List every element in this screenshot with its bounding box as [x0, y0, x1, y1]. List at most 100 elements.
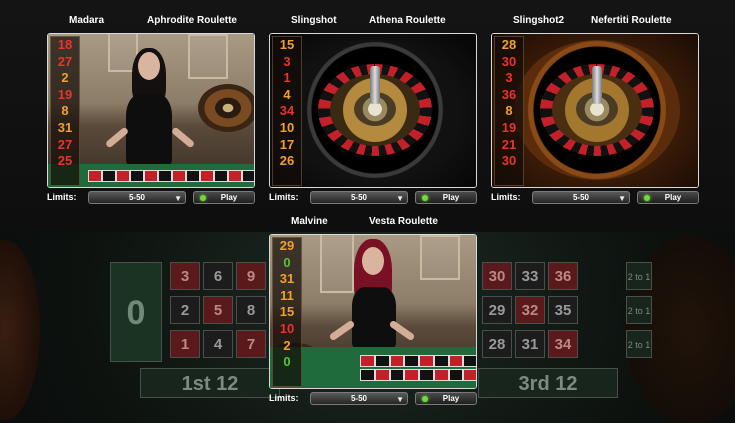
dealer-body	[126, 94, 172, 166]
bg-dozen-3: 3rd 12	[478, 368, 618, 398]
play-button[interactable]: Play	[193, 191, 255, 204]
game-controls: Limits: 5-50 ▼ Play	[47, 191, 255, 205]
bg-number-cell: 33	[515, 262, 545, 290]
bg-number-cell: 31	[515, 330, 545, 358]
dealer-face	[138, 52, 160, 80]
play-button[interactable]: Play	[415, 392, 477, 405]
dealer-face	[362, 247, 384, 275]
limits-label: Limits:	[47, 192, 77, 202]
play-button[interactable]: Play	[637, 191, 699, 204]
play-label: Play	[664, 193, 682, 202]
result-number: 0	[283, 254, 291, 270]
betting-layout	[88, 170, 254, 182]
result-number: 4	[283, 86, 291, 102]
wall-panel	[188, 34, 228, 79]
game-card-vesta[interactable]: Malvine Vesta Roulette 29 0 31 11 15 10 2 0 Lim…	[269, 216, 479, 408]
bg-number-cell: 7	[236, 330, 266, 358]
chevron-down-icon: ▼	[396, 194, 404, 203]
dealer-name: Slingshot	[291, 15, 337, 26]
limits-select[interactable]: 5-50 ▼	[310, 191, 408, 204]
game-controls: Limits: 5-50 ▼ Play	[269, 392, 477, 406]
result-number: 15	[279, 37, 295, 52]
limits-value: 5-50	[128, 193, 145, 202]
result-number: 36	[501, 86, 517, 102]
bg-two-to-one: 2 to 1	[626, 296, 652, 324]
bg-number-cell: 32	[515, 296, 545, 324]
bg-number-cell: 34	[548, 330, 578, 358]
bg-number-cell: 28	[482, 330, 512, 358]
game-controls: Limits: 5-50 ▼ Play	[269, 191, 477, 205]
result-number: 8	[61, 103, 69, 119]
bg-number-cell: 9	[236, 262, 266, 290]
limits-select[interactable]: 5-50 ▼	[88, 191, 186, 204]
bg-number-cell: 35	[548, 296, 578, 324]
table-name: Athena Roulette	[369, 15, 446, 26]
bg-dozen-1: 1st 12	[140, 368, 280, 398]
bg-number-cell: 1	[170, 330, 200, 358]
recent-results: 29 0 31 11 15 10 2 0	[272, 237, 302, 387]
play-label: Play	[220, 193, 238, 202]
result-number: 3	[505, 70, 513, 86]
recent-results: 18 27 2 19 8 31 27 25	[50, 36, 80, 186]
game-controls: Limits: 5-50 ▼ Play	[491, 191, 699, 205]
bg-number-cell: 3	[170, 262, 200, 290]
result-number: 8	[505, 103, 513, 119]
result-number: 21	[501, 136, 517, 152]
result-number: 30	[501, 53, 517, 69]
status-dot-icon	[200, 195, 206, 201]
result-number: 10	[279, 119, 295, 135]
bg-number-cell: 5	[203, 296, 233, 324]
result-number: 1	[283, 70, 291, 86]
side-wheel	[198, 84, 254, 132]
result-number: 27	[57, 136, 73, 152]
bg-number-cell: 2	[170, 296, 200, 324]
result-number: 15	[279, 304, 295, 320]
result-number: 0	[283, 354, 291, 370]
limits-select[interactable]: 5-50 ▼	[310, 392, 408, 405]
dealer-name: Madara	[69, 15, 105, 26]
bg-two-to-one: 2 to 1	[626, 262, 652, 290]
recent-results: 28 30 3 36 8 19 21 30	[494, 36, 524, 186]
limits-value: 5-50	[350, 394, 367, 403]
limits-label: Limits:	[269, 192, 299, 202]
limits-value: 5-50	[350, 193, 367, 202]
table-name: Vesta Roulette	[369, 216, 438, 227]
result-number: 2	[283, 337, 291, 353]
bg-number-cell: 4	[203, 330, 233, 358]
limits-select[interactable]: 5-50 ▼	[532, 191, 630, 204]
table-name: Nefertiti Roulette	[591, 15, 672, 26]
play-button[interactable]: Play	[415, 191, 477, 204]
result-number: 11	[280, 287, 294, 303]
bg-number-cell: 30	[482, 262, 512, 290]
chevron-down-icon: ▼	[174, 194, 182, 203]
result-number: 34	[279, 103, 295, 119]
result-number: 3	[283, 53, 291, 69]
limits-label: Limits:	[269, 393, 299, 403]
bg-number-cell: 6	[203, 262, 233, 290]
result-number: 18	[57, 37, 73, 52]
wheel-turret	[370, 66, 380, 104]
status-dot-icon	[422, 195, 428, 201]
wall-panel	[420, 235, 460, 280]
result-number: 31	[279, 271, 295, 287]
game-card-aphrodite[interactable]: Madara Aphrodite Roulette 18 27 2 19 8 31 27 25…	[47, 15, 257, 207]
live-video[interactable]: 29 0 31 11 15 10 2 0	[269, 234, 477, 389]
result-number: 26	[279, 153, 295, 169]
limits-value: 5-50	[572, 193, 589, 202]
result-number: 19	[501, 119, 517, 135]
live-video[interactable]: 28 30 3 36 8 19 21 30	[491, 33, 699, 188]
live-video[interactable]: 18 27 2 19 8 31 27 25	[47, 33, 255, 188]
game-card-nefertiti[interactable]: Slingshot2 Nefertiti Roulette 28 30 3 36 8 19…	[491, 15, 701, 207]
dealer-arm	[170, 126, 196, 149]
bg-zero-cell: 0	[110, 262, 162, 362]
live-video[interactable]: 15 3 1 4 34 10 17 26	[269, 33, 477, 188]
bg-number-cell: 29	[482, 296, 512, 324]
dealer-name: Slingshot2	[513, 15, 565, 26]
chevron-down-icon: ▼	[396, 395, 404, 404]
bg-two-to-one: 2 to 1	[626, 330, 652, 358]
result-number: 2	[61, 70, 69, 86]
result-number: 27	[57, 53, 73, 69]
result-number: 28	[501, 37, 517, 52]
result-number: 17	[279, 136, 295, 152]
game-card-athena[interactable]: Slingshot Athena Roulette 15 3 1 4 34 10 17 26 …	[269, 15, 479, 207]
